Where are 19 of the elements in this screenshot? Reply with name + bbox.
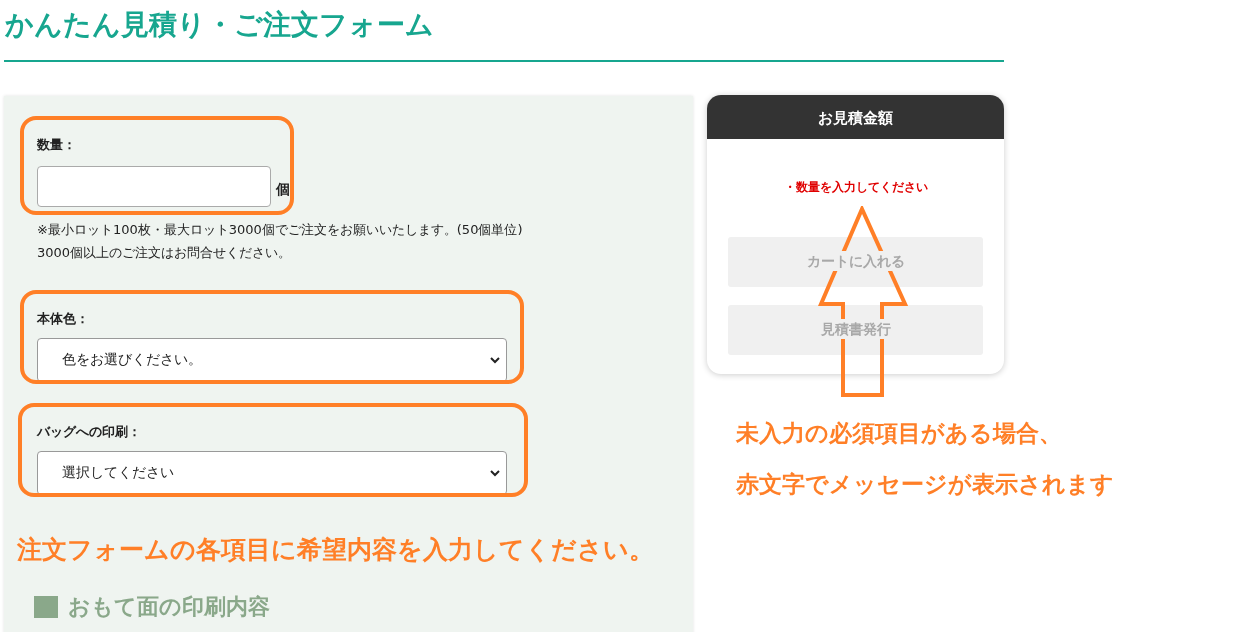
page-title: かんたん見積り・ご注文フォーム	[4, 7, 435, 43]
callout-text: 未入力の必須項目がある場合、	[736, 419, 1063, 448]
error-message: ・数量を入力してください	[782, 179, 929, 196]
select-field[interactable]: 選択してください	[37, 451, 507, 495]
section-heading: おもて面の印刷内容	[68, 593, 270, 621]
field-label: 本体色：	[37, 310, 89, 328]
field-label: 数量：	[37, 136, 76, 154]
square-icon	[34, 596, 58, 618]
select-field[interactable]: 色をお選びください。	[37, 338, 507, 382]
card-header: お見積金額	[707, 95, 1004, 139]
field-label: バッグへの印刷：	[37, 423, 141, 441]
instruction-text: 注文フォームの各項目に希望内容を入力してください。	[17, 534, 655, 566]
note-text: 3000個以上のご注文はお問合せください。	[37, 244, 293, 262]
note-text: ※最小ロット100枚・最大ロット3000個でご注文をお願いいたします。(50個単位)	[37, 221, 524, 239]
chevron-down-icon	[490, 469, 500, 477]
chevron-down-icon	[490, 356, 500, 364]
unit-label: 個	[276, 181, 290, 199]
quantity-input[interactable]	[37, 166, 271, 207]
callout-text: 赤文字でメッセージが表示されます	[736, 470, 1114, 499]
